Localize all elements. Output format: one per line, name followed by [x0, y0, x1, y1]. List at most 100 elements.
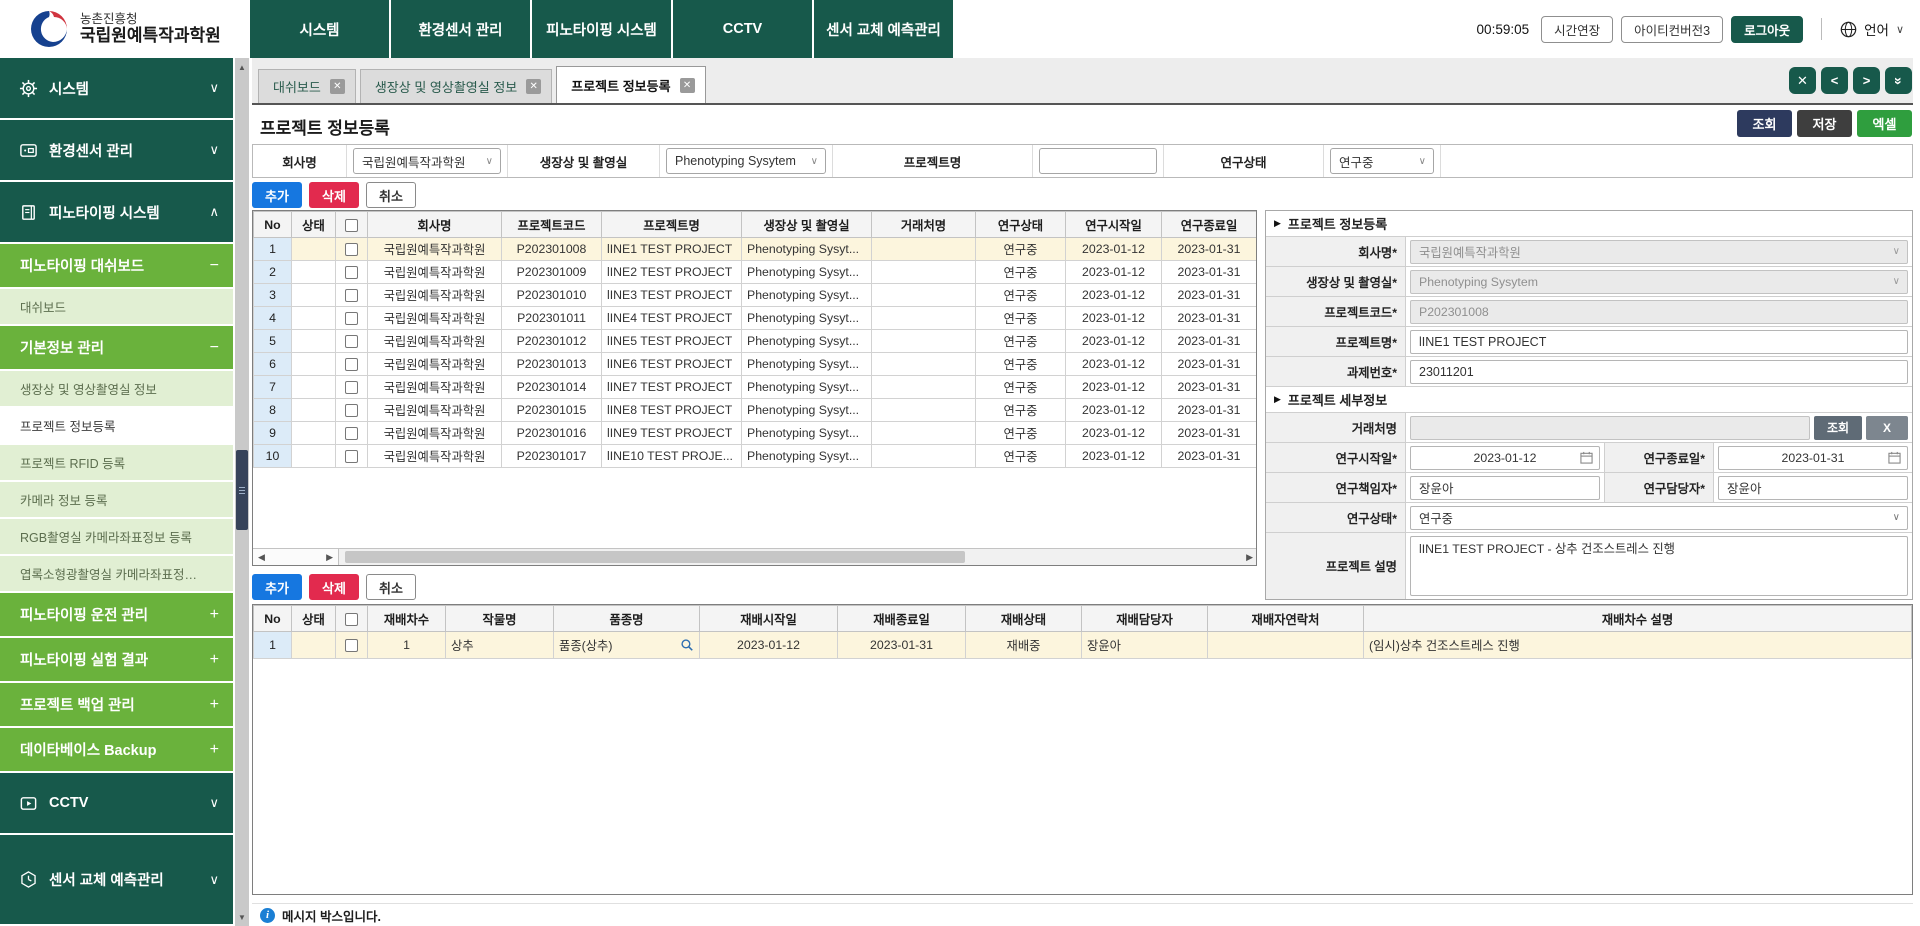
add-button[interactable]: 추가 [252, 574, 302, 600]
next-tab-button[interactable]: > [1853, 67, 1880, 94]
language-selector[interactable]: 언어 ∨ [1840, 19, 1904, 39]
table-row[interactable]: 9국립원예특작과학원P202301016lINE9 TEST PROJECTPh… [254, 422, 1257, 445]
save-button[interactable]: 저장 [1797, 110, 1852, 137]
sidebar-group-phenotyping-dashboard[interactable]: 피노타이핑 대쉬보드− [0, 244, 233, 289]
extend-time-button[interactable]: 시간연장 [1541, 16, 1613, 43]
row-checkbox[interactable] [345, 358, 358, 371]
menu-item-phenotyping[interactable]: 피노타이핑 시스템 [532, 0, 671, 58]
sidebar-item-env-sensor[interactable]: 환경센서 관리∨ [0, 120, 233, 182]
sidebar-group-database-backup[interactable]: 데이타베이스 Backup+ [0, 728, 233, 773]
tab-growth-room-info[interactable]: 생장상 및 영상촬영실 정보 ✕ [360, 69, 552, 103]
table-row[interactable]: 8국립원예특작과학원P202301015lINE8 TEST PROJECTPh… [254, 399, 1257, 422]
add-button[interactable]: 추가 [252, 182, 302, 208]
calendar-icon[interactable] [1580, 451, 1593, 464]
row-checkbox[interactable] [345, 312, 358, 325]
cancel-button[interactable]: 취소 [366, 182, 416, 208]
column-header[interactable]: 재배담당자 [1082, 606, 1208, 632]
menu-item-sensor-predict[interactable]: 센서 교체 예측관리 [814, 0, 953, 58]
sidebar-group-project-backup[interactable]: 프로젝트 백업 관리+ [0, 683, 233, 728]
sidebar-item-camera-info[interactable]: 카메라 정보 등록 [0, 482, 233, 519]
tab-list-button[interactable]: » [1885, 67, 1912, 94]
calendar-icon[interactable] [1888, 451, 1901, 464]
research-manager-field[interactable] [1718, 476, 1908, 500]
column-header[interactable]: 재배자연락처 [1208, 606, 1364, 632]
research-leader-field[interactable] [1410, 476, 1600, 500]
row-checkbox[interactable] [345, 639, 358, 652]
sidebar-group-basic-info[interactable]: 기본정보 관리− [0, 326, 233, 371]
content-vertical-scrollbar[interactable]: ▲ ▼ [235, 58, 249, 926]
column-header[interactable]: 재배차수 [368, 606, 446, 632]
user-account-button[interactable]: 아이티컨버전3 [1621, 16, 1723, 43]
sidebar-item-project-info[interactable]: 프로젝트 정보등록 [0, 408, 233, 445]
sidebar-item-growth-room-info[interactable]: 생장상 및 영상촬영실 정보 [0, 371, 233, 408]
table-row[interactable]: 6국립원예특작과학원P202301013lINE6 TEST PROJECTPh… [254, 353, 1257, 376]
table-row[interactable]: 5국립원예특작과학원P202301012lINE5 TEST PROJECTPh… [254, 330, 1257, 353]
scroll-down-arrow[interactable]: ▼ [235, 910, 249, 924]
company-select[interactable]: 국립원예특작과학원∨ [1410, 240, 1908, 264]
logout-button[interactable]: 로그아웃 [1731, 16, 1803, 43]
column-header[interactable]: 생장상 및 촬영실 [742, 212, 872, 238]
column-header[interactable]: No [254, 606, 292, 632]
column-header[interactable]: 프로젝트명 [602, 212, 742, 238]
sidebar-item-project-rfid[interactable]: 프로젝트 RFID 등록 [0, 445, 233, 482]
search-icon[interactable] [680, 638, 694, 655]
tab-close-icon[interactable]: ✕ [330, 79, 345, 94]
research-status-select[interactable]: 연구중∨ [1410, 506, 1908, 530]
sidebar-item-rgb-camera-coord[interactable]: RGB촬영실 카메라좌표정보 등록 [0, 519, 233, 556]
scroll-up-arrow[interactable]: ▲ [235, 60, 249, 74]
sidebar-item-phenotyping[interactable]: 피노타이핑 시스템∧ [0, 182, 233, 244]
row-checkbox[interactable] [345, 381, 358, 394]
scroll-right-arrow[interactable]: ▶ [1246, 549, 1253, 565]
room-select[interactable]: Phenotyping Sysytem∨ [1410, 270, 1908, 294]
sidebar-item-dashboard[interactable]: 대쉬보드 [0, 289, 233, 326]
column-header[interactable]: 상태 [292, 212, 336, 238]
sidebar-item-sensor-predict[interactable]: 센서 교체 예측관리∨ [0, 835, 233, 926]
sidebar-item-chlorophyll-camera-coord[interactable]: 엽록소형광촬영실 카메라좌표정보 등록 [0, 556, 233, 593]
delete-button[interactable]: 삭제 [309, 574, 359, 600]
column-header[interactable] [336, 212, 368, 238]
table-row[interactable]: 4국립원예특작과학원P202301011lINE4 TEST PROJECTPh… [254, 307, 1257, 330]
research-start-date-input[interactable]: 2023-01-12 [1410, 446, 1600, 470]
row-checkbox[interactable] [345, 335, 358, 348]
client-clear-button[interactable]: X [1866, 416, 1908, 440]
status-filter-select[interactable]: 연구중∨ [1330, 148, 1434, 174]
task-number-field[interactable] [1410, 360, 1908, 384]
select-all-checkbox[interactable] [345, 219, 358, 232]
project-name-field[interactable] [1410, 330, 1908, 354]
column-header[interactable]: No [254, 212, 292, 238]
column-header[interactable]: 거래처명 [872, 212, 976, 238]
previous-tab-button[interactable]: < [1821, 67, 1848, 94]
sidebar-item-cctv[interactable]: CCTV∨ [0, 773, 233, 835]
column-header[interactable] [336, 606, 368, 632]
project-name-input[interactable] [1039, 148, 1157, 174]
row-checkbox[interactable] [345, 289, 358, 302]
menu-item-env-sensor[interactable]: 환경센서 관리 [391, 0, 530, 58]
table-row[interactable]: 3국립원예특작과학원P202301010lINE3 TEST PROJECTPh… [254, 284, 1257, 307]
column-header[interactable]: 프로젝트코드 [502, 212, 602, 238]
client-search-button[interactable]: 조회 [1814, 416, 1862, 440]
column-header[interactable]: 재배차수 설명 [1364, 606, 1912, 632]
project-description-field[interactable]: lINE1 TEST PROJECT - 상추 건조스트레스 진행 [1410, 536, 1908, 596]
hscrollbar-thumb[interactable] [345, 551, 965, 563]
search-button[interactable]: 조회 [1737, 110, 1792, 137]
row-checkbox[interactable] [345, 450, 358, 463]
horizontal-scrollbar[interactable]: ◀▶ ▶ [253, 548, 1256, 565]
sidebar-item-system[interactable]: 시스템∨ [0, 58, 233, 120]
column-header[interactable]: 상태 [292, 606, 336, 632]
row-checkbox[interactable] [345, 427, 358, 440]
column-header[interactable]: 연구상태 [976, 212, 1066, 238]
column-pager[interactable]: ◀▶ [253, 549, 339, 565]
research-end-date-input[interactable]: 2023-01-31 [1718, 446, 1908, 470]
select-all-checkbox[interactable] [345, 613, 358, 626]
excel-button[interactable]: 엑셀 [1857, 110, 1912, 137]
table-row[interactable]: 1국립원예특작과학원P202301008lINE1 TEST PROJECTPh… [254, 238, 1257, 261]
sidebar-group-operation[interactable]: 피노타이핑 운전 관리+ [0, 593, 233, 638]
tab-project-info[interactable]: 프로젝트 정보등록 ✕ [556, 66, 705, 103]
column-header[interactable]: 재배시작일 [700, 606, 838, 632]
table-row[interactable]: 2국립원예특작과학원P202301009lINE2 TEST PROJECTPh… [254, 261, 1257, 284]
scrollbar-thumb[interactable] [236, 450, 248, 530]
delete-button[interactable]: 삭제 [309, 182, 359, 208]
row-checkbox[interactable] [345, 404, 358, 417]
sidebar-group-experiment-results[interactable]: 피노타이핑 실험 결과+ [0, 638, 233, 683]
room-filter-select[interactable]: Phenotyping Sysytem∨ [666, 148, 826, 174]
